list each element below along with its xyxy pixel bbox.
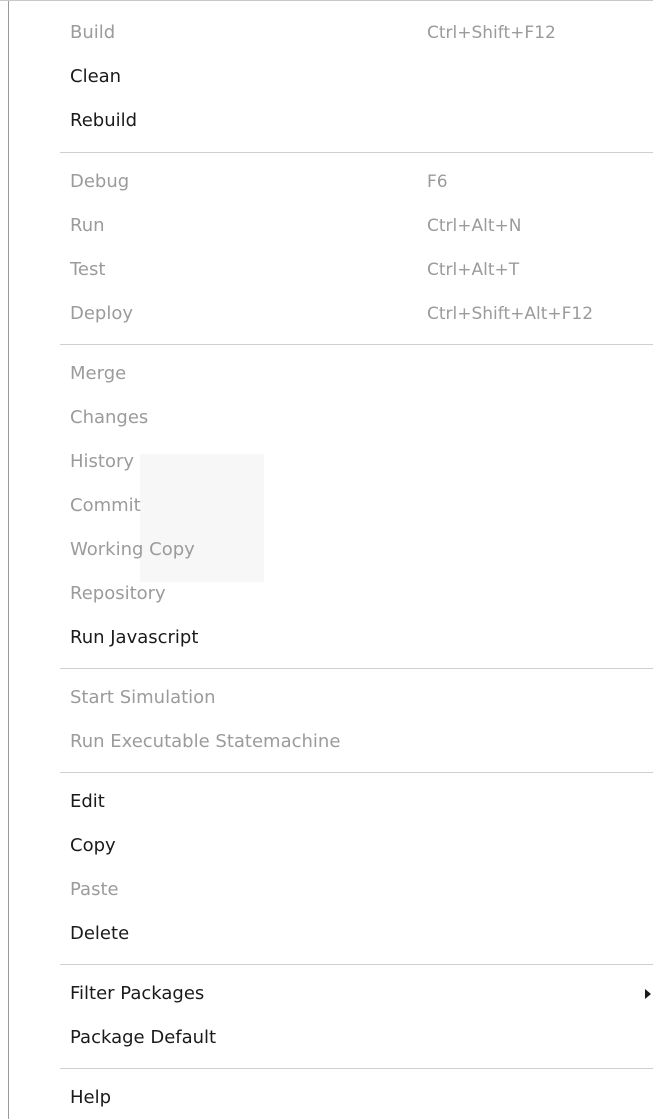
menu-item-changes-label: Changes	[70, 407, 149, 428]
menu-item-repository-label: Repository	[70, 583, 166, 604]
menu-item-test-label: Test	[70, 259, 106, 280]
menu-item-merge[interactable]: Merge	[10, 352, 653, 396]
menu-item-rebuild-label: Rebuild	[70, 110, 138, 131]
menu-item-help-label: Help	[70, 1087, 112, 1108]
menu-item-delete[interactable]: Delete	[10, 912, 653, 956]
menu-item-commit-label: Commit	[70, 495, 141, 516]
menu-left-border	[8, 1, 9, 1119]
menu-item-edit-label: Edit	[70, 791, 105, 812]
menu-separator	[60, 344, 653, 345]
menu-item-run-executable-statemachine-label: Run Executable Statemachine	[70, 731, 341, 752]
menu-item-run-shortcut: Ctrl+Alt+N	[427, 216, 522, 236]
menu-item-help[interactable]: Help	[10, 1076, 653, 1120]
menu-item-package-default[interactable]: Package Default	[10, 1016, 653, 1060]
menu-item-run-javascript[interactable]: Run Javascript	[10, 616, 653, 660]
menu-item-history-label: History	[70, 451, 135, 472]
menu-item-start-simulation-label: Start Simulation	[70, 687, 216, 708]
menu-item-filter-packages[interactable]: Filter Packages	[10, 972, 653, 1016]
menu-item-delete-label: Delete	[70, 923, 130, 944]
menu-item-start-simulation[interactable]: Start Simulation	[10, 676, 653, 720]
menu-item-debug-shortcut: F6	[427, 172, 448, 192]
menu-item-paste-label: Paste	[70, 879, 119, 900]
chevron-right-icon	[645, 989, 651, 999]
menu-item-filter-packages-label: Filter Packages	[70, 983, 205, 1004]
menu-item-paste[interactable]: Paste	[10, 868, 653, 912]
menu-separator	[60, 772, 653, 773]
menu-item-package-default-label: Package Default	[70, 1027, 217, 1048]
menu-item-debug[interactable]: Debug F6	[10, 160, 653, 204]
menu-separator	[60, 152, 653, 153]
menu-item-run-executable-statemachine[interactable]: Run Executable Statemachine	[10, 720, 653, 764]
menu-item-test-shortcut: Ctrl+Alt+T	[427, 260, 520, 280]
menu-item-copy[interactable]: Copy	[10, 824, 653, 868]
menu-item-working-copy[interactable]: Working Copy	[10, 528, 653, 572]
menu-item-changes[interactable]: Changes	[10, 396, 653, 440]
menu-item-deploy[interactable]: Deploy Ctrl+Shift+Alt+F12	[10, 292, 653, 336]
menu-separator	[60, 964, 653, 965]
menu-separator	[60, 1068, 653, 1069]
menu-item-clean[interactable]: Clean	[10, 55, 653, 99]
menu-separator	[60, 668, 653, 669]
menu-item-test[interactable]: Test Ctrl+Alt+T	[10, 248, 653, 292]
menu-item-deploy-shortcut: Ctrl+Shift+Alt+F12	[427, 304, 594, 324]
menu-item-edit[interactable]: Edit	[10, 780, 653, 824]
menu-item-working-copy-label: Working Copy	[70, 539, 195, 560]
menu-item-commit[interactable]: Commit	[10, 484, 653, 528]
context-menu: Build Ctrl+Shift+F12 Clean Rebuild Debug…	[0, 0, 653, 1120]
menu-item-build-shortcut: Ctrl+Shift+F12	[427, 23, 556, 43]
menu-item-build[interactable]: Build Ctrl+Shift+F12	[10, 11, 653, 55]
menu-item-run[interactable]: Run Ctrl+Alt+N	[10, 204, 653, 248]
menu-item-debug-label: Debug	[70, 171, 130, 192]
menu-item-build-label: Build	[70, 22, 116, 43]
menu-item-rebuild[interactable]: Rebuild	[10, 99, 653, 143]
menu-item-copy-label: Copy	[70, 835, 116, 856]
menu-item-run-javascript-label: Run Javascript	[70, 627, 199, 648]
menu-item-deploy-label: Deploy	[70, 303, 134, 324]
menu-item-run-label: Run	[70, 215, 105, 236]
menu-item-clean-label: Clean	[70, 66, 122, 87]
menu-item-repository[interactable]: Repository	[10, 572, 653, 616]
menu-item-merge-label: Merge	[70, 363, 127, 384]
menu-item-history[interactable]: History	[10, 440, 653, 484]
